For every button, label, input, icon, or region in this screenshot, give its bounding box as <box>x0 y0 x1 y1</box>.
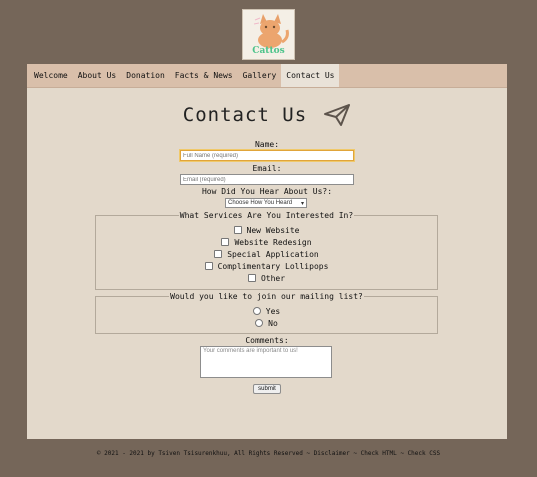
email-label: Email: <box>252 164 282 173</box>
chevron-down-icon: ▾ <box>300 201 304 207</box>
comments-textarea[interactable]: Your comments are important to us! <box>200 346 332 378</box>
mailing-option-no[interactable]: No <box>96 318 437 328</box>
service-option[interactable]: Other <box>96 273 437 283</box>
mailing-option-label: No <box>268 318 278 328</box>
paper-plane-icon <box>324 104 351 126</box>
page-title: Contact Us <box>182 104 308 126</box>
email-input[interactable] <box>180 174 354 185</box>
nav-item-about-us[interactable]: About Us <box>73 64 122 87</box>
submit-button[interactable]: submit <box>253 384 281 394</box>
checkbox[interactable] <box>247 274 256 282</box>
checkbox[interactable] <box>221 238 230 246</box>
hear-about-select[interactable]: Choose How You Heard ▾ <box>225 198 307 208</box>
nav-item-contact-us[interactable]: Contact Us <box>281 64 340 87</box>
nav-item-gallery[interactable]: Gallery <box>238 64 282 87</box>
checkbox[interactable] <box>214 250 223 258</box>
service-option[interactable]: Website Redesign <box>96 237 437 247</box>
mailing-legend: Would you like to join our mailing list? <box>169 292 364 301</box>
footer-text: © 2021 - 2021 by Tsiven Tsisurenkhuu, Al… <box>96 450 441 457</box>
nav-bar: Welcome About Us Donation Facts & News G… <box>27 64 507 88</box>
hear-about-selected: Choose How You Heard <box>228 200 293 206</box>
title-row: Contact Us <box>27 100 507 130</box>
name-input[interactable] <box>180 150 354 161</box>
mailing-option-label: Yes <box>265 306 281 316</box>
main-container: Welcome About Us Donation Facts & News G… <box>27 64 507 439</box>
service-label: Website Redesign <box>234 237 312 247</box>
comments-label: Comments: <box>245 336 289 345</box>
checkbox[interactable] <box>233 226 242 234</box>
mailing-option-yes[interactable]: Yes <box>96 306 437 316</box>
service-label: Other <box>260 273 286 283</box>
cattos-logo[interactable]: Cattos <box>242 9 295 60</box>
service-label: Complimentary Lollipops <box>217 261 329 271</box>
nav-item-facts-news[interactable]: Facts & News <box>170 64 238 87</box>
service-option[interactable]: New Website <box>96 225 437 235</box>
mailing-list-fieldset: Would you like to join our mailing list?… <box>95 292 438 334</box>
hear-about-label: How Did You Hear About Us?: <box>201 187 333 196</box>
services-fieldset: What Services Are You Interested In? New… <box>95 211 438 290</box>
service-label: Special Application <box>227 249 319 259</box>
service-option[interactable]: Complimentary Lollipops <box>96 261 437 271</box>
radio-button[interactable] <box>255 319 264 327</box>
radio-button[interactable] <box>252 307 261 315</box>
service-option[interactable]: Special Application <box>96 249 437 259</box>
name-label: Name: <box>254 140 280 149</box>
nav-item-welcome[interactable]: Welcome <box>29 64 73 87</box>
service-label: New Website <box>246 225 300 235</box>
logo-text: Cattos <box>252 46 285 56</box>
checkbox[interactable] <box>204 262 213 270</box>
nav-item-donation[interactable]: Donation <box>121 64 170 87</box>
services-legend: What Services Are You Interested In? <box>178 211 355 220</box>
